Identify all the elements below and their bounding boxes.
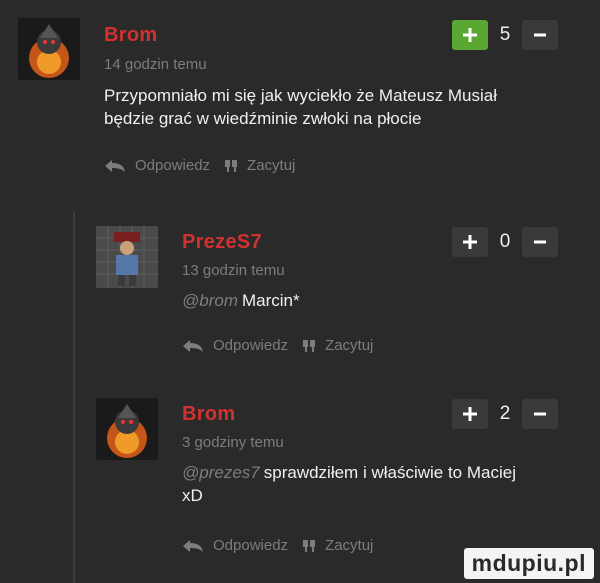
reply-button[interactable]: Odpowiedz (182, 337, 288, 354)
comment-author[interactable]: Brom (182, 403, 235, 426)
upvote-button[interactable] (452, 399, 488, 429)
comment-actions: Odpowiedz Zacytuj (104, 157, 295, 174)
comment-actions: Odpowiedz Zacytuj (182, 537, 373, 554)
reply-button[interactable]: Odpowiedz (182, 537, 288, 554)
quote-icon (303, 339, 316, 352)
user-mention[interactable]: @brom (182, 291, 238, 310)
quote-button[interactable]: Zacytuj (224, 157, 295, 174)
vote-count: 2 (499, 403, 511, 424)
minus-icon (534, 33, 546, 37)
avatar[interactable] (96, 226, 158, 288)
downvote-button[interactable] (522, 20, 558, 50)
comment-text: Przypomniało mi się jak wyciekło że Mate… (104, 86, 498, 128)
plus-icon (463, 407, 477, 421)
reply-arrow-icon (183, 539, 203, 552)
minus-icon (534, 240, 546, 244)
avatar[interactable] (18, 18, 80, 80)
site-watermark: mdupiu.pl (463, 548, 594, 579)
downvote-button[interactable] (522, 227, 558, 257)
avatar[interactable] (96, 398, 158, 460)
vote-count: 0 (499, 231, 511, 252)
user-mention[interactable]: @prezes7 (182, 463, 260, 482)
quote-icon (225, 159, 238, 172)
downvote-button[interactable] (522, 399, 558, 429)
plus-icon (463, 28, 477, 42)
comment-time: 3 godziny temu (182, 434, 284, 451)
thread-line (73, 212, 75, 583)
comment-text: @prezes7 sprawdziłem i właściwie to Macie… (182, 463, 516, 505)
upvote-button[interactable] (452, 227, 488, 257)
quote-button[interactable]: Zacytuj (302, 337, 373, 354)
comment-author[interactable]: Brom (104, 24, 157, 47)
vote-count: 5 (499, 24, 511, 45)
vote-widget: 5 (452, 20, 558, 50)
comment-time: 13 godzin temu (182, 262, 285, 279)
comment-author[interactable]: PrezeS7 (182, 231, 262, 254)
quote-button[interactable]: Zacytuj (302, 537, 373, 554)
minus-icon (534, 412, 546, 416)
vote-widget: 0 (452, 227, 558, 257)
upvote-button[interactable] (452, 20, 488, 50)
comment-time: 14 godzin temu (104, 56, 207, 73)
reply-arrow-icon (105, 159, 125, 172)
quote-icon (303, 539, 316, 552)
comment-text: @brom Marcin* (182, 291, 300, 310)
comment-actions: Odpowiedz Zacytuj (182, 337, 373, 354)
reply-button[interactable]: Odpowiedz (104, 157, 210, 174)
reply-arrow-icon (183, 339, 203, 352)
vote-widget: 2 (452, 399, 558, 429)
plus-icon (463, 235, 477, 249)
